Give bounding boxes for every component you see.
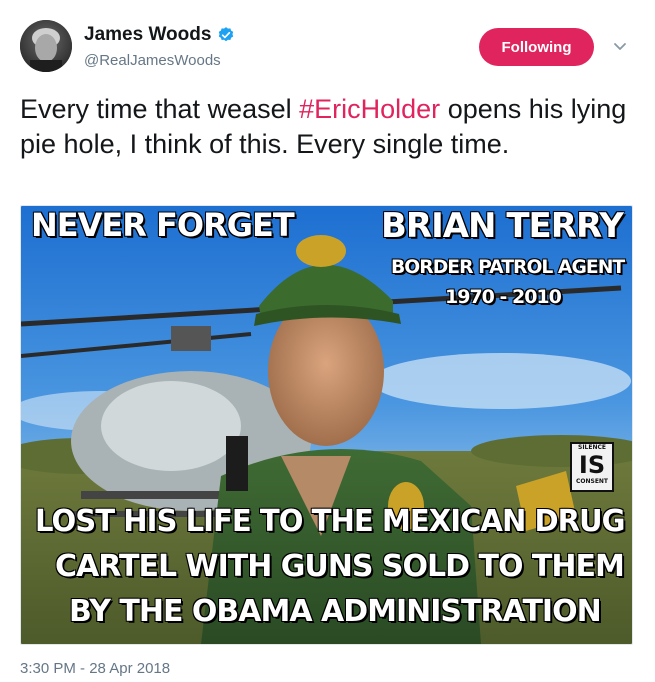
- caption-line-2: CARTEL WITH GUNS SOLD TO THEM: [54, 548, 625, 584]
- author-handle[interactable]: @RealJamesWoods: [84, 52, 221, 69]
- tweet-text-part: Every time that weasel: [20, 94, 300, 124]
- verified-badge-icon: [219, 27, 234, 42]
- memorial-role: BORDER PATROL AGENT: [390, 255, 625, 278]
- badge-bottom-text: CONSENT: [575, 478, 609, 485]
- display-name[interactable]: James Woods: [84, 24, 211, 46]
- memorial-name: BRIAN TERRY: [380, 206, 624, 247]
- never-forget-heading: NEVER FORGET: [30, 206, 295, 245]
- badge-mid-text: IS: [578, 451, 606, 479]
- avatar[interactable]: [20, 20, 72, 72]
- hashtag-link[interactable]: #EricHolder: [299, 94, 440, 124]
- silence-is-consent-badge: SILENCE IS CONSENT: [570, 442, 614, 492]
- memorial-years: 1970 - 2010: [444, 285, 562, 308]
- caption-line-3: BY THE OBAMA ADMINISTRATION: [68, 593, 602, 629]
- author-name-row: James Woods: [84, 24, 235, 46]
- tweet-media-image[interactable]: NEVER FORGET BRIAN TERRY BORDER PATROL A…: [20, 205, 633, 645]
- chevron-down-icon[interactable]: [612, 38, 628, 54]
- caption-line-1: LOST HIS LIFE TO THE MEXICAN DRUG: [34, 503, 626, 539]
- tweet-text: Every time that weasel #EricHolder opens…: [20, 92, 630, 162]
- following-button[interactable]: Following: [479, 28, 594, 66]
- tweet-timestamp[interactable]: 3:30 PM - 28 Apr 2018: [20, 660, 170, 677]
- avatar-image: [20, 20, 72, 72]
